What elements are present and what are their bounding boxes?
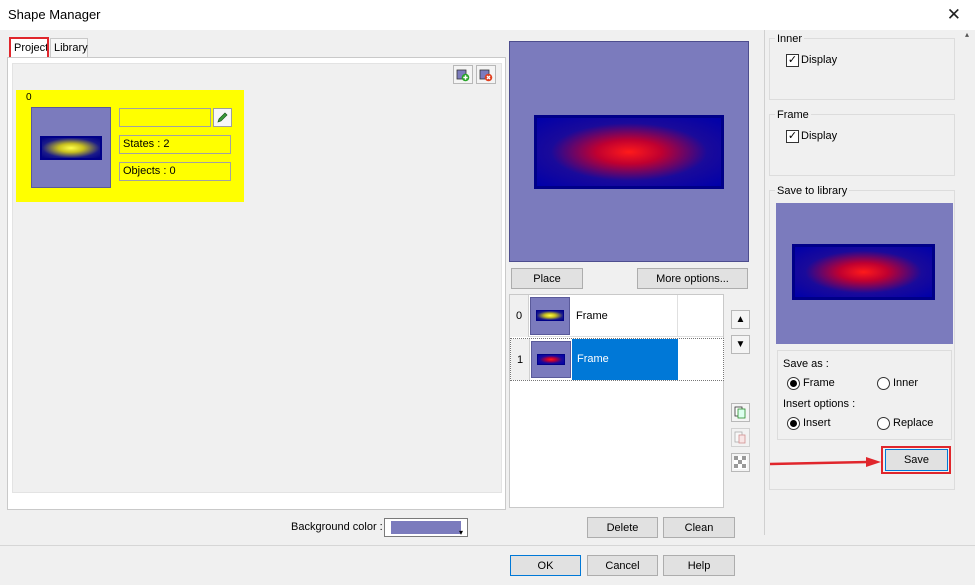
triangle-down-icon: ▼ bbox=[735, 339, 746, 350]
dropdown-arrow-icon: ▾ bbox=[459, 528, 464, 537]
shape-card-index: 0 bbox=[26, 92, 32, 103]
frame-group-title: Frame bbox=[775, 109, 811, 121]
frame-group bbox=[769, 114, 955, 176]
check-icon: ✓ bbox=[787, 130, 798, 142]
title-bar bbox=[0, 0, 975, 30]
tab-library-label: Library bbox=[54, 42, 88, 54]
replace-radio[interactable] bbox=[877, 417, 890, 430]
scrollbar[interactable]: ▴ bbox=[964, 30, 975, 90]
state-thumbnail-graphic bbox=[536, 310, 564, 321]
shape-preview bbox=[509, 41, 749, 262]
library-preview-graphic bbox=[792, 244, 935, 300]
scroll-arrow-icon: ▴ bbox=[965, 30, 970, 39]
add-state-icon bbox=[456, 69, 470, 81]
move-up-button[interactable]: ▲ bbox=[731, 310, 750, 329]
inner-group-title: Inner bbox=[775, 33, 805, 45]
state-thumbnail bbox=[530, 297, 570, 335]
inner-group bbox=[769, 38, 955, 100]
delete-state-icon bbox=[479, 69, 493, 81]
frame-display-label: Display bbox=[801, 130, 838, 142]
annotation-arrow-icon bbox=[769, 457, 881, 467]
save-as-inner-label: Inner bbox=[893, 377, 919, 389]
frame-display-checkbox[interactable]: ✓ bbox=[786, 130, 799, 143]
triangle-up-icon: ▲ bbox=[735, 314, 746, 325]
ok-button[interactable]: OK bbox=[510, 555, 581, 576]
save-as-inner-radio[interactable] bbox=[877, 377, 890, 390]
paste-state-button[interactable] bbox=[731, 428, 750, 447]
preview-shape-graphic bbox=[534, 115, 724, 189]
insert-label: Insert bbox=[803, 417, 831, 429]
save-as-frame-label: Frame bbox=[803, 377, 835, 389]
panel-divider bbox=[764, 30, 765, 535]
inner-display-label: Display bbox=[801, 54, 838, 66]
add-state-button[interactable] bbox=[453, 65, 473, 84]
clean-button[interactable]: Clean bbox=[663, 517, 735, 538]
radio-selected-dot bbox=[790, 420, 797, 427]
state-index: 0 bbox=[510, 295, 529, 337]
place-button[interactable]: Place bbox=[511, 268, 583, 289]
transparency-button[interactable] bbox=[731, 453, 750, 472]
color-swatch bbox=[391, 521, 461, 534]
state-thumbnail-graphic bbox=[537, 354, 565, 365]
state-label: Frame bbox=[576, 310, 608, 322]
cancel-button[interactable]: Cancel bbox=[587, 555, 658, 576]
checkerboard-icon bbox=[734, 456, 747, 469]
shape-name-field[interactable] bbox=[119, 108, 211, 127]
background-color-picker[interactable]: ▾ bbox=[384, 518, 468, 537]
tab-library[interactable]: Library bbox=[50, 38, 88, 58]
tab-project-label: Project bbox=[14, 42, 49, 54]
states-count: States : 2 bbox=[119, 135, 231, 154]
copy-icon bbox=[734, 406, 746, 419]
replace-label: Replace bbox=[893, 417, 934, 429]
save-as-frame-radio[interactable] bbox=[787, 377, 800, 390]
library-preview bbox=[776, 203, 953, 344]
window-title: Shape Manager bbox=[8, 7, 101, 22]
insert-options-label: Insert options : bbox=[783, 398, 856, 410]
delete-state-button[interactable] bbox=[476, 65, 496, 84]
save-button[interactable]: Save bbox=[885, 449, 948, 471]
state-thumbnail bbox=[531, 341, 571, 378]
background-color-label: Background color : bbox=[291, 521, 383, 533]
save-as-label: Save as : bbox=[783, 358, 829, 370]
inner-display-checkbox[interactable]: ✓ bbox=[786, 54, 799, 67]
footer-divider bbox=[0, 545, 975, 546]
edit-name-button[interactable] bbox=[213, 108, 232, 127]
copy-state-button[interactable] bbox=[731, 403, 750, 422]
shape-thumbnail-graphic bbox=[40, 136, 102, 160]
move-down-button[interactable]: ▼ bbox=[731, 335, 750, 354]
close-icon[interactable]: ✕ bbox=[947, 5, 961, 25]
shape-thumbnail[interactable] bbox=[31, 107, 111, 188]
list-item[interactable]: 0 Frame bbox=[510, 295, 723, 337]
more-options-button[interactable]: More options... bbox=[637, 268, 748, 289]
states-list: 0 Frame 1 Frame bbox=[509, 294, 724, 508]
column-divider bbox=[677, 295, 678, 337]
pencil-icon bbox=[217, 112, 228, 123]
list-item-selected[interactable]: 1 Frame bbox=[510, 338, 724, 381]
paste-icon bbox=[734, 431, 746, 444]
save-library-title: Save to library bbox=[775, 185, 850, 197]
help-button[interactable]: Help bbox=[663, 555, 735, 576]
tab-project[interactable]: Project bbox=[9, 37, 49, 59]
objects-count: Objects : 0 bbox=[119, 162, 231, 181]
state-label: Frame bbox=[577, 353, 609, 365]
state-index: 1 bbox=[511, 339, 530, 380]
radio-selected-dot bbox=[790, 380, 797, 387]
delete-button[interactable]: Delete bbox=[587, 517, 658, 538]
check-icon: ✓ bbox=[787, 54, 798, 66]
insert-radio[interactable] bbox=[787, 417, 800, 430]
